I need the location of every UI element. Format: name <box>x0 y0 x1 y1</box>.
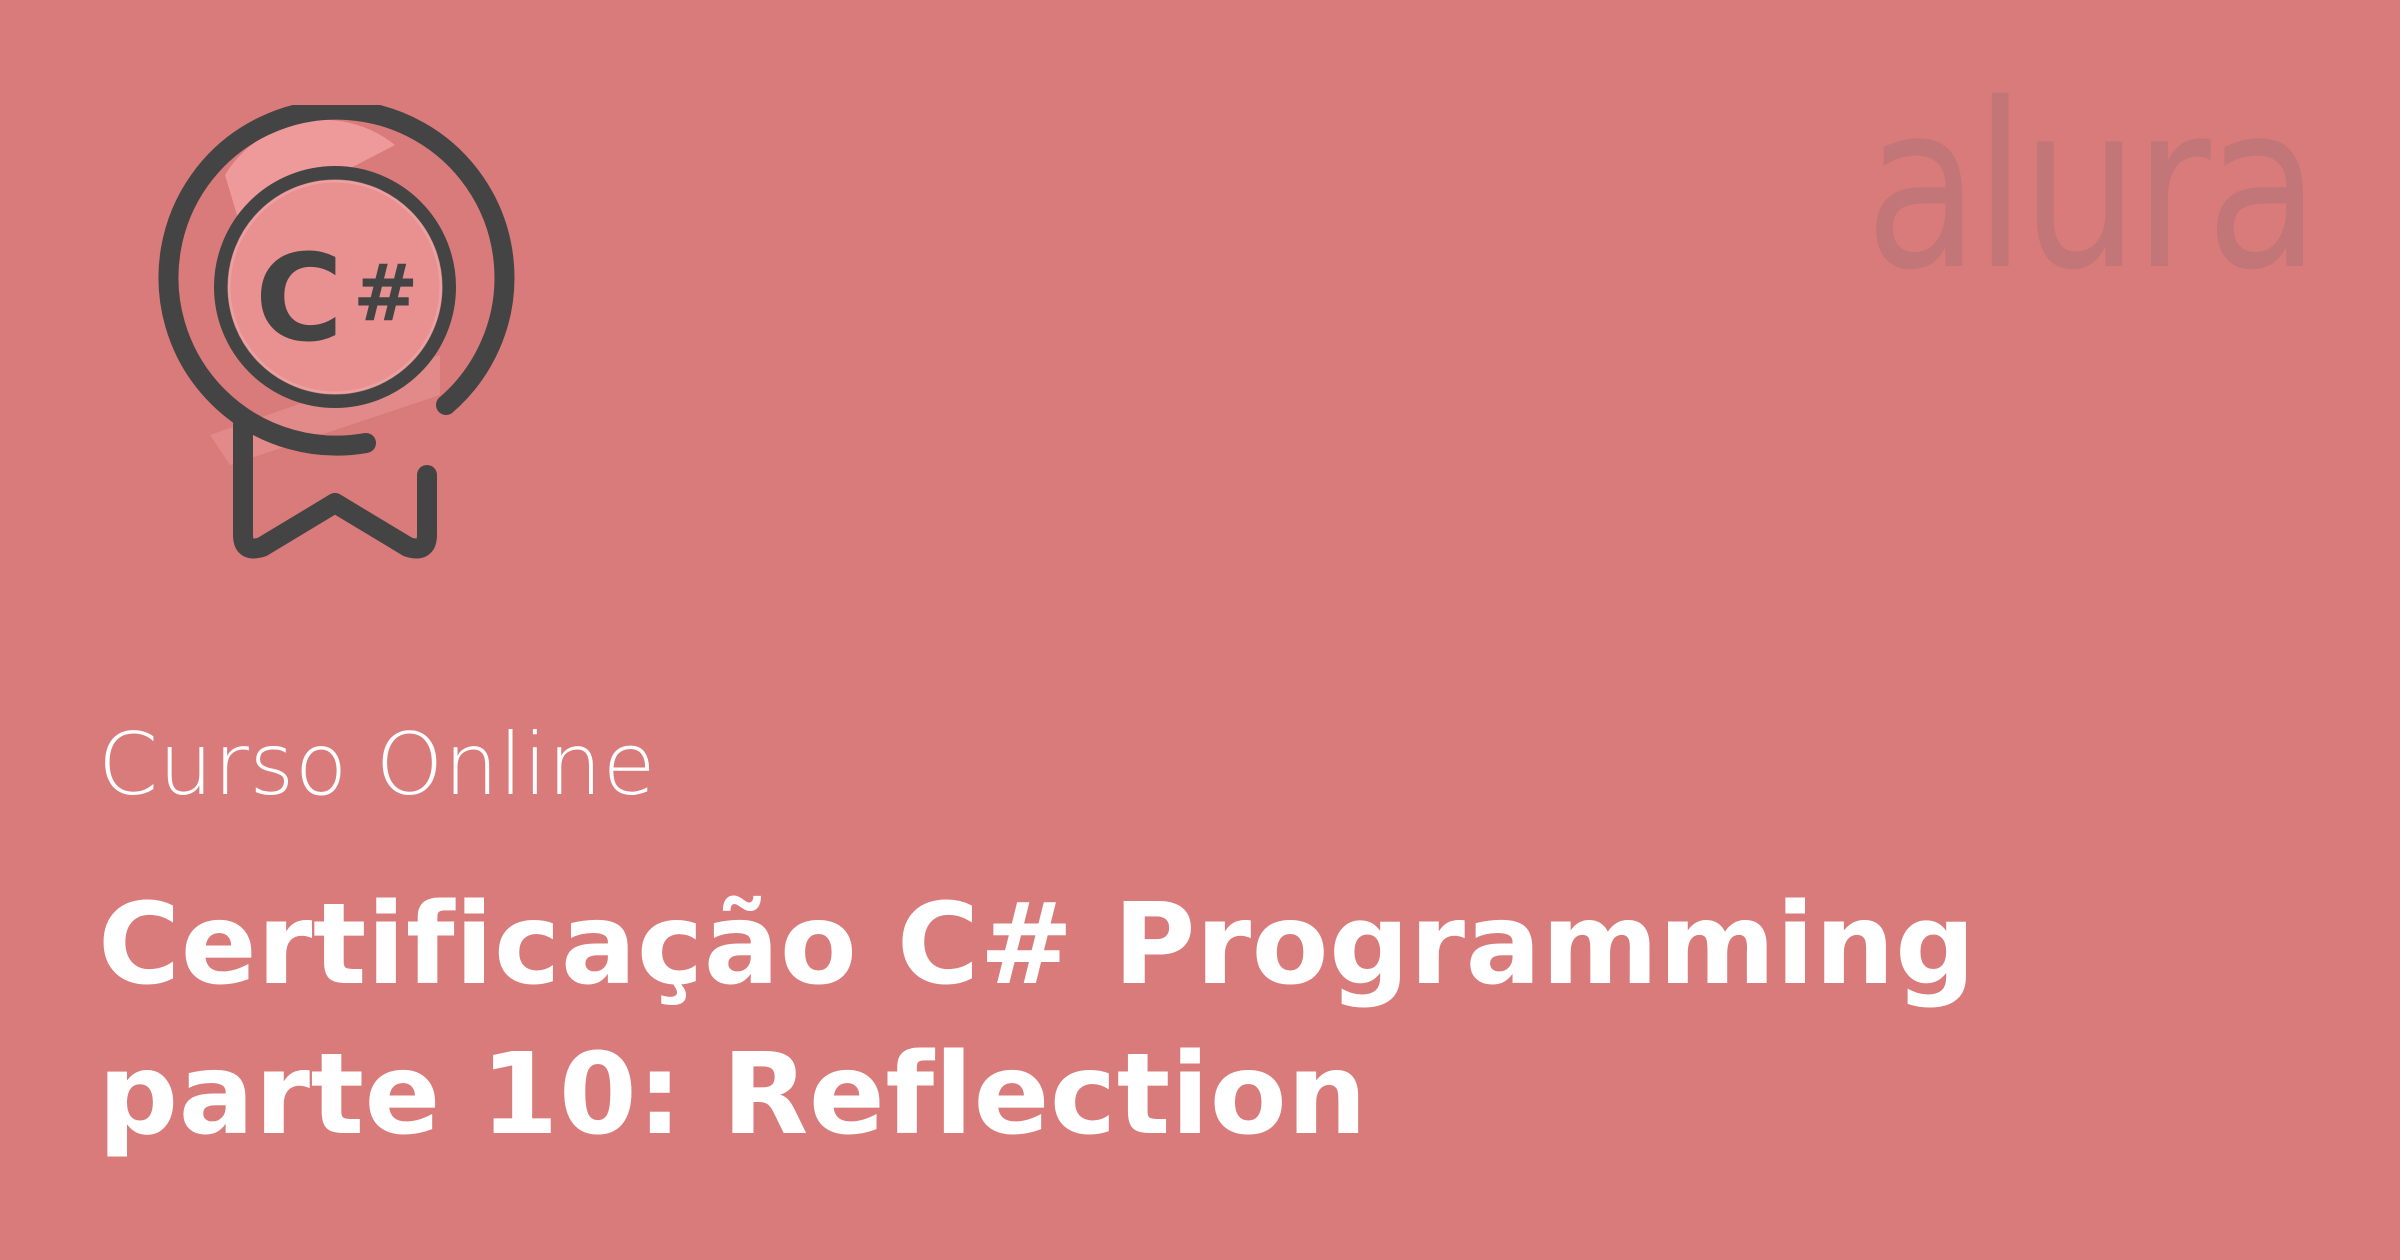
course-title: Certificação C# Programming parte 10: Re… <box>98 880 1976 1160</box>
alura-wordmark: alura <box>1865 68 2315 278</box>
csharp-glyph: C <box>255 230 343 369</box>
alura-logo: alura <box>1865 54 2321 320</box>
sharp-glyph: # <box>353 249 418 339</box>
course-kicker: Curso Online <box>98 715 657 815</box>
course-badge-icon: C # <box>150 99 530 565</box>
